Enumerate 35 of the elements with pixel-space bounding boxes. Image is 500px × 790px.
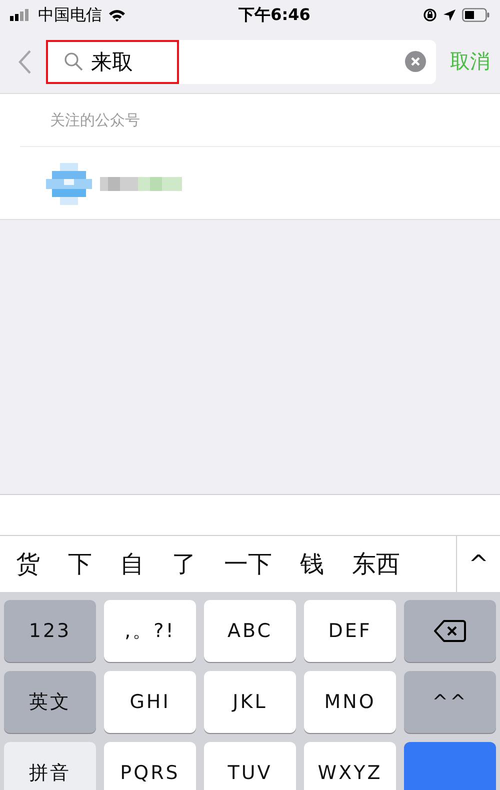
candidate-word[interactable]: 一下 (224, 548, 272, 580)
carrier-name: 中国电信 (38, 4, 102, 26)
rotation-lock-icon (423, 8, 438, 22)
keyboard-key[interactable]: ABC (204, 600, 296, 662)
location-arrow-icon (443, 8, 456, 22)
keyboard-key[interactable]: WXYZ (304, 742, 396, 790)
search-query: 来取 (91, 48, 133, 76)
back-icon[interactable] (18, 48, 32, 74)
wifi-icon (108, 8, 126, 22)
clear-icon[interactable] (405, 51, 426, 72)
keyboard-key[interactable]: 拼音 (4, 742, 96, 790)
keyboard-key[interactable]: PQRS (104, 742, 196, 790)
keyboard-key[interactable]: ^^ (404, 671, 496, 733)
clock-time: 下午6:46 (238, 4, 310, 26)
keyboard-key[interactable]: TUV (204, 742, 296, 790)
search-icon (64, 52, 83, 71)
keyboard-key[interactable]: 123 (4, 600, 96, 662)
candidate-word[interactable]: 了 (172, 548, 196, 580)
backspace-icon (434, 619, 466, 643)
candidate-word[interactable]: 货 (16, 548, 40, 580)
keyboard-key[interactable]: ,。?! (104, 600, 196, 662)
battery-icon (462, 8, 490, 22)
candidate-word[interactable]: 钱 (300, 548, 324, 580)
search-field[interactable]: 来取 (46, 40, 436, 84)
section-title: 关注的公众号 (50, 110, 140, 130)
backspace-key[interactable] (404, 600, 496, 662)
keyboard-key[interactable]: DEF (304, 600, 396, 662)
expand-caret[interactable]: ^ (468, 550, 489, 578)
keyboard-key[interactable]: GHI (104, 671, 196, 733)
keyboard-key[interactable]: JKL (204, 671, 296, 733)
keyboard-key[interactable]: 英文 (4, 671, 96, 733)
candidate-word[interactable]: 自 (120, 548, 144, 580)
candidate-word[interactable]: 东西 (352, 548, 400, 580)
candidate-word[interactable]: 下 (68, 548, 92, 580)
keyboard-key[interactable]: MNO (304, 671, 396, 733)
